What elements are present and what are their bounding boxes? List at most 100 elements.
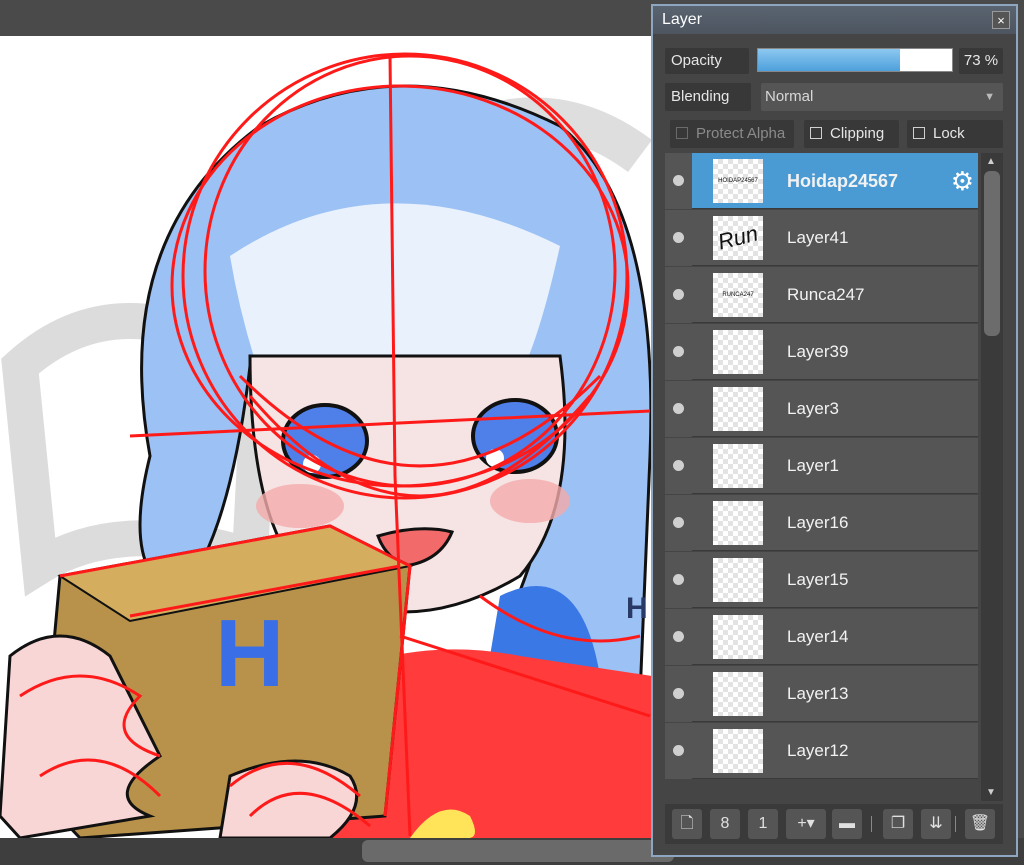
layer-panel: Layer × Opacity 73 % Blending Normal ▼ P…: [651, 4, 1018, 857]
layer-thumbnail: [713, 444, 763, 488]
layer-row[interactable]: Layer3: [665, 381, 978, 437]
eye-right: [471, 398, 559, 474]
layer-row[interactable]: Layer13: [665, 666, 978, 722]
layer-row[interactable]: HOIDAP24567 Hoidap24567 ⚙: [665, 153, 978, 209]
thumbnail-text: Run: [715, 220, 761, 255]
layer-thumbnail: [713, 387, 763, 431]
layer-row[interactable]: RUNCA247 Runca247: [665, 267, 978, 323]
layer-list-scrollbar[interactable]: ▲ ▼: [981, 153, 1003, 801]
layer-thumbnail: [713, 558, 763, 602]
layer-name: Layer12: [787, 741, 849, 760]
eye-icon: [673, 460, 684, 471]
artwork: H H: [0, 52, 652, 838]
protect-alpha-label: Protect Alpha: [696, 125, 786, 142]
gear-icon[interactable]: ⚙: [951, 167, 974, 195]
opacity-slider-fill: [758, 49, 900, 71]
visibility-toggle[interactable]: [665, 324, 692, 380]
layer-name: Layer39: [787, 342, 849, 361]
toolbar-separator: [871, 816, 872, 832]
box-logo-letter: H: [215, 600, 284, 707]
layer-name: Layer16: [787, 513, 849, 532]
layer-panel-title: Layer: [662, 11, 703, 28]
visibility-toggle[interactable]: [665, 153, 692, 209]
close-button[interactable]: ×: [992, 11, 1010, 29]
layer-thumbnail: [713, 501, 763, 545]
layer-row[interactable]: Layer39: [665, 324, 978, 380]
layer-toolbar: 🗋 8 1 +▾ ▬ ❐ ⇊ 🗑: [665, 804, 1003, 844]
merge-down-icon[interactable]: ⇊: [921, 809, 951, 839]
layer-name: Runca247: [787, 285, 865, 304]
watermark-letter: H: [626, 592, 648, 625]
folder-icon[interactable]: ▬: [832, 809, 862, 839]
eye-icon: [673, 289, 684, 300]
visibility-toggle[interactable]: [665, 381, 692, 437]
eye-icon: [673, 745, 684, 756]
opacity-value[interactable]: 73 %: [959, 48, 1003, 74]
visibility-toggle[interactable]: [665, 210, 692, 266]
layer-name: Layer41: [787, 228, 849, 247]
layer-name: Layer15: [787, 570, 849, 589]
clipping-label: Clipping: [830, 125, 885, 142]
visibility-toggle[interactable]: [665, 666, 692, 722]
toolbar-separator: [955, 816, 956, 832]
canvas-horizontal-scrollbar[interactable]: [362, 840, 674, 862]
new-1bit-layer-icon[interactable]: 1: [748, 809, 778, 839]
layer-name: Hoidap24567: [787, 171, 899, 191]
layer-name: Layer1: [787, 456, 839, 475]
eye-icon: [673, 517, 684, 528]
chevron-down-icon: ▼: [984, 91, 995, 103]
layer-thumbnail: [713, 330, 763, 374]
eye-icon: [673, 346, 684, 357]
scroll-up-icon[interactable]: ▲: [986, 156, 996, 167]
scrollbar-thumb[interactable]: [984, 171, 1000, 336]
thumbnail-text: HOIDAP24567: [718, 178, 758, 184]
visibility-toggle[interactable]: [665, 438, 692, 494]
scroll-down-icon[interactable]: ▼: [986, 787, 996, 798]
eye-icon: [673, 631, 684, 642]
blush-right: [490, 479, 570, 523]
layer-thumbnail: [713, 615, 763, 659]
lock-checkbox[interactable]: Lock: [907, 120, 1003, 148]
visibility-toggle[interactable]: [665, 267, 692, 323]
layer-panel-title-bar[interactable]: Layer ×: [653, 6, 1016, 34]
visibility-toggle[interactable]: [665, 609, 692, 665]
new-layer-icon[interactable]: 🗋: [672, 809, 702, 839]
clipping-checkbox[interactable]: Clipping: [804, 120, 899, 148]
visibility-toggle[interactable]: [665, 552, 692, 608]
visibility-toggle[interactable]: [665, 723, 692, 779]
delete-layer-icon[interactable]: 🗑: [965, 809, 995, 839]
blending-label: Blending: [665, 83, 751, 111]
layer-name: Layer13: [787, 684, 849, 703]
checkbox-box: [913, 127, 925, 139]
layer-row[interactable]: Layer16: [665, 495, 978, 551]
add-layer-dropdown-icon[interactable]: +▾: [786, 809, 826, 839]
drawing-canvas[interactable]: H H: [0, 36, 652, 838]
eye-icon: [673, 232, 684, 243]
opacity-slider[interactable]: [757, 48, 953, 72]
hand-right: [218, 759, 359, 838]
layer-thumbnail: [713, 672, 763, 716]
layer-row[interactable]: Layer1: [665, 438, 978, 494]
duplicate-layer-icon[interactable]: ❐: [883, 809, 913, 839]
layer-thumbnail: HOIDAP24567: [713, 159, 763, 203]
new-8bit-layer-icon[interactable]: 8: [710, 809, 740, 839]
layer-thumbnail: [713, 729, 763, 773]
blending-mode-select[interactable]: Normal ▼: [761, 83, 1003, 111]
eye-icon: [673, 688, 684, 699]
checkbox-box: [676, 127, 688, 139]
layer-thumbnail: RUNCA247: [713, 273, 763, 317]
protect-alpha-checkbox[interactable]: Protect Alpha: [670, 120, 794, 148]
eye-icon: [673, 175, 684, 186]
layer-name: Layer14: [787, 627, 849, 646]
layer-list: HOIDAP24567 Hoidap24567 ⚙ Run Layer41 RUNCA24…: [665, 153, 978, 801]
visibility-toggle[interactable]: [665, 495, 692, 551]
eye-icon: [673, 574, 684, 585]
layer-row[interactable]: Run Layer41: [665, 210, 978, 266]
blending-mode-value: Normal: [765, 88, 814, 105]
layer-row[interactable]: Layer14: [665, 609, 978, 665]
checkbox-box: [810, 127, 822, 139]
layer-row[interactable]: Layer12: [665, 723, 978, 779]
thumbnail-text: RUNCA247: [722, 292, 754, 298]
eye-icon: [673, 403, 684, 414]
layer-row[interactable]: Layer15: [665, 552, 978, 608]
